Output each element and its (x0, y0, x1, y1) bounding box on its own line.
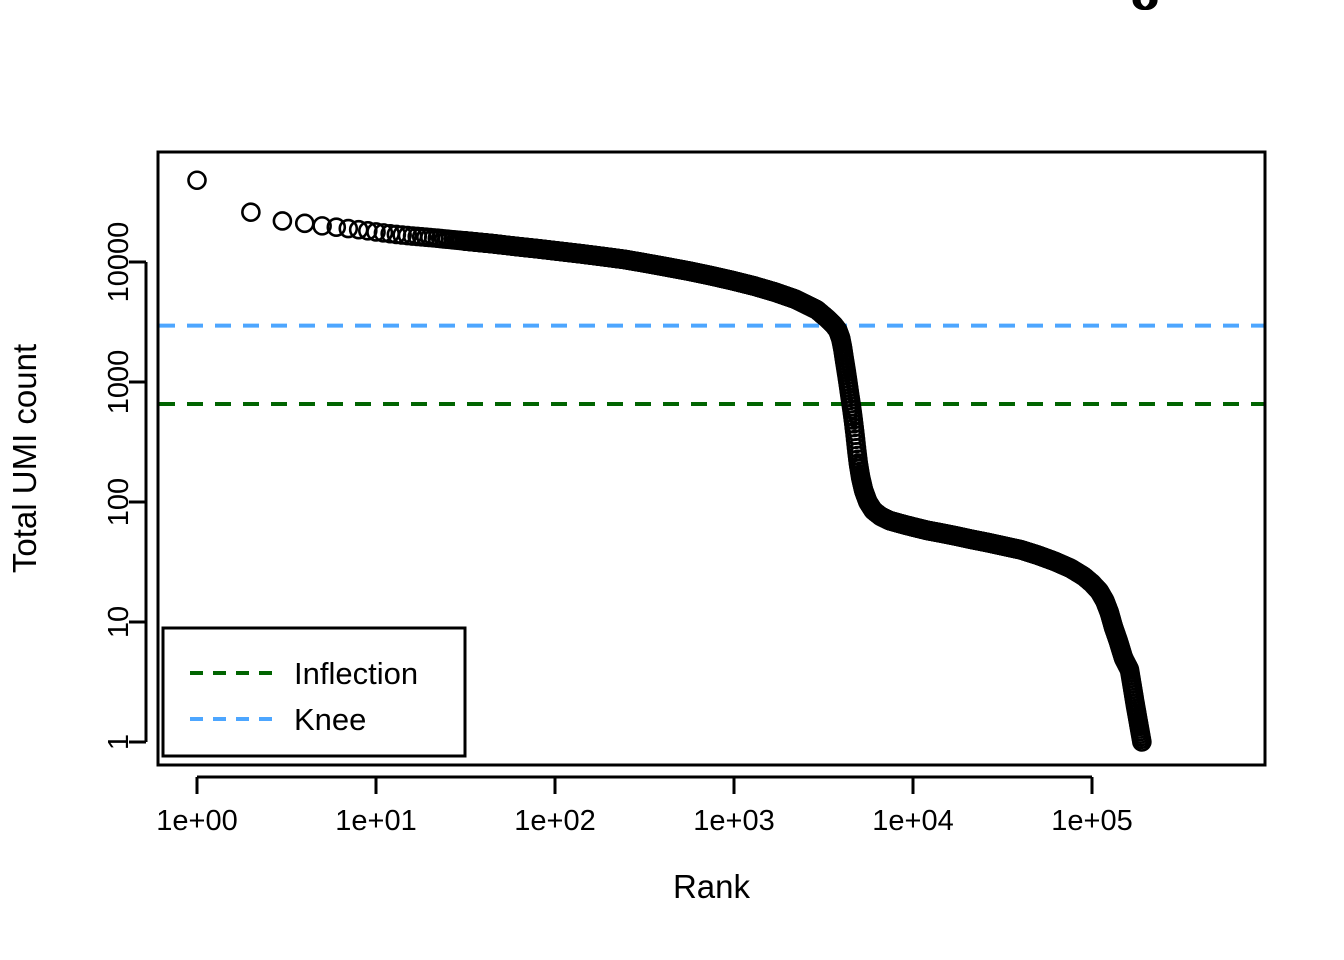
x-tick-label: 1e+03 (693, 805, 774, 837)
y-tick-label: 100 (103, 478, 135, 526)
y-tick-label: 10 (103, 606, 135, 638)
y-tick-label: 10000 (103, 222, 135, 303)
plot-canvas: 1e+00 1e+01 1e+02 1e+03 1e+04 1e+05 1 10 100 1000… (0, 0, 1344, 960)
x-tick-label: 1e+04 (872, 805, 953, 837)
x-tick-label: 1e+01 (335, 805, 416, 837)
barcode-rank-plot-figure: 1e+00 1e+01 1e+02 1e+03 1e+04 1e+05 1 10 100 1000… (0, 0, 1344, 960)
y-tick-label: 1000 (103, 350, 135, 415)
legend-layer: Inflection Knee (161, 626, 467, 758)
x-axis-title: Rank (673, 868, 751, 905)
y-axis-title: Total UMI count (6, 344, 43, 573)
x-tick-label: 1e+05 (1051, 805, 1132, 837)
x-tick-label: 1e+00 (156, 805, 237, 837)
legend-label-inflection: Inflection (294, 656, 418, 691)
y-tick-label: 1 (103, 734, 135, 750)
legend-label-knee: Knee (294, 702, 366, 737)
x-tick-label: 1e+02 (514, 805, 595, 837)
